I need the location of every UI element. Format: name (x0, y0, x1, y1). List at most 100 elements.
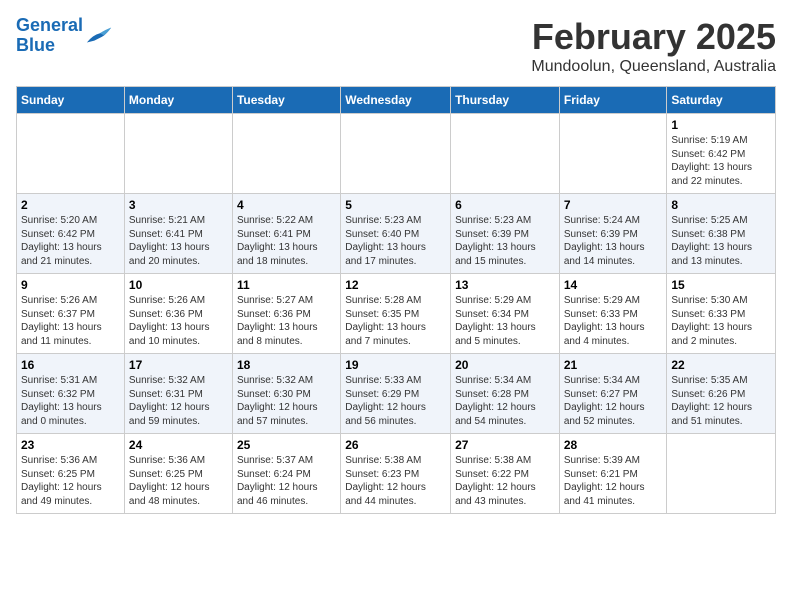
calendar-cell: 24 Sunrise: 5:36 AM Sunset: 6:25 PM Dayli… (124, 434, 232, 514)
calendar-cell (341, 114, 451, 194)
day-number: 19 (345, 358, 446, 372)
calendar-cell: 1Sunrise: 5:19 AM Sunset: 6:42 PM Daylig… (667, 114, 776, 194)
calendar-cell: 25 Sunrise: 5:37 AM Sunset: 6:24 PM Dayli… (232, 434, 340, 514)
day-info: Sunrise: 5:20 AM Sunset: 6:42 PM Dayligh… (21, 214, 120, 268)
calendar-cell: 10 Sunrise: 5:26 AM Sunset: 6:36 PM Dayli… (124, 274, 232, 354)
day-number: 22 (671, 358, 771, 372)
header-day-wednesday: Wednesday (341, 87, 451, 114)
calendar-cell: 8Sunrise: 5:25 AM Sunset: 6:38 PM Daylig… (667, 194, 776, 274)
calendar-cell: 22 Sunrise: 5:35 AM Sunset: 6:26 PM Dayli… (667, 354, 776, 434)
day-number: 23 (21, 438, 120, 452)
day-info: Sunrise: 5:24 AM Sunset: 6:39 PM Dayligh… (564, 214, 663, 268)
header-day-saturday: Saturday (667, 87, 776, 114)
calendar-cell (17, 114, 125, 194)
calendar-cell: 2 Sunrise: 5:20 AM Sunset: 6:42 PM Daylig… (17, 194, 125, 274)
calendar-cell (559, 114, 667, 194)
calendar-cell (124, 114, 232, 194)
header-day-friday: Friday (559, 87, 667, 114)
calendar-cell: 26 Sunrise: 5:38 AM Sunset: 6:23 PM Dayli… (341, 434, 451, 514)
week-row-1: 1Sunrise: 5:19 AM Sunset: 6:42 PM Daylig… (17, 114, 776, 194)
calendar-body: 1Sunrise: 5:19 AM Sunset: 6:42 PM Daylig… (17, 114, 776, 514)
header-day-tuesday: Tuesday (232, 87, 340, 114)
day-info: Sunrise: 5:29 AM Sunset: 6:34 PM Dayligh… (455, 294, 555, 348)
day-number: 3 (129, 198, 228, 212)
calendar-header: SundayMondayTuesdayWednesdayThursdayFrid… (17, 87, 776, 114)
day-number: 11 (237, 278, 336, 292)
day-number: 7 (564, 198, 663, 212)
header-day-sunday: Sunday (17, 87, 125, 114)
calendar-cell: 4Sunrise: 5:22 AM Sunset: 6:41 PM Daylig… (232, 194, 340, 274)
day-number: 6 (455, 198, 555, 212)
calendar-cell: 16Sunrise: 5:31 AM Sunset: 6:32 PM Dayli… (17, 354, 125, 434)
day-number: 26 (345, 438, 446, 452)
day-info: Sunrise: 5:27 AM Sunset: 6:36 PM Dayligh… (237, 294, 336, 348)
day-number: 24 (129, 438, 228, 452)
week-row-5: 23 Sunrise: 5:36 AM Sunset: 6:25 PM Dayli… (17, 434, 776, 514)
day-info: Sunrise: 5:32 AM Sunset: 6:30 PM Dayligh… (237, 374, 336, 428)
day-number: 15 (671, 278, 771, 292)
day-number: 14 (564, 278, 663, 292)
calendar-cell: 9 Sunrise: 5:26 AM Sunset: 6:37 PM Daylig… (17, 274, 125, 354)
logo-line1: General (16, 15, 83, 35)
calendar-cell: 17Sunrise: 5:32 AM Sunset: 6:31 PM Dayli… (124, 354, 232, 434)
top-row: General Blue February 2025 Mundoolun, Qu… (16, 16, 776, 80)
day-info: Sunrise: 5:34 AM Sunset: 6:27 PM Dayligh… (564, 374, 663, 428)
day-info: Sunrise: 5:36 AM Sunset: 6:25 PM Dayligh… (129, 454, 228, 508)
day-number: 18 (237, 358, 336, 372)
day-info: Sunrise: 5:30 AM Sunset: 6:33 PM Dayligh… (671, 294, 771, 348)
day-number: 13 (455, 278, 555, 292)
day-number: 27 (455, 438, 555, 452)
title-section: February 2025 Mundoolun, Queensland, Aus… (531, 16, 776, 76)
week-row-2: 2 Sunrise: 5:20 AM Sunset: 6:42 PM Daylig… (17, 194, 776, 274)
day-number: 9 (21, 278, 120, 292)
calendar-cell (232, 114, 340, 194)
day-info: Sunrise: 5:36 AM Sunset: 6:25 PM Dayligh… (21, 454, 120, 508)
calendar-cell: 13 Sunrise: 5:29 AM Sunset: 6:34 PM Dayli… (451, 274, 560, 354)
calendar-cell: 5 Sunrise: 5:23 AM Sunset: 6:40 PM Daylig… (341, 194, 451, 274)
calendar-cell (667, 434, 776, 514)
week-row-3: 9 Sunrise: 5:26 AM Sunset: 6:37 PM Daylig… (17, 274, 776, 354)
day-info: Sunrise: 5:26 AM Sunset: 6:36 PM Dayligh… (129, 294, 228, 348)
header-row: SundayMondayTuesdayWednesdayThursdayFrid… (17, 87, 776, 114)
logo-text: General Blue (16, 16, 83, 56)
header-day-thursday: Thursday (451, 87, 560, 114)
header-day-monday: Monday (124, 87, 232, 114)
day-number: 10 (129, 278, 228, 292)
day-info: Sunrise: 5:34 AM Sunset: 6:28 PM Dayligh… (455, 374, 555, 428)
calendar-cell: 23 Sunrise: 5:36 AM Sunset: 6:25 PM Dayli… (17, 434, 125, 514)
calendar-cell: 18 Sunrise: 5:32 AM Sunset: 6:30 PM Dayli… (232, 354, 340, 434)
calendar-cell: 11 Sunrise: 5:27 AM Sunset: 6:36 PM Dayli… (232, 274, 340, 354)
day-info: Sunrise: 5:28 AM Sunset: 6:35 PM Dayligh… (345, 294, 446, 348)
day-info: Sunrise: 5:25 AM Sunset: 6:38 PM Dayligh… (671, 214, 771, 268)
day-info: Sunrise: 5:26 AM Sunset: 6:37 PM Dayligh… (21, 294, 120, 348)
day-number: 5 (345, 198, 446, 212)
logo: General Blue (16, 16, 113, 56)
calendar-cell: 28Sunrise: 5:39 AM Sunset: 6:21 PM Dayli… (559, 434, 667, 514)
day-info: Sunrise: 5:37 AM Sunset: 6:24 PM Dayligh… (237, 454, 336, 508)
calendar-title: February 2025 (531, 16, 776, 58)
day-number: 20 (455, 358, 555, 372)
calendar-cell: 21 Sunrise: 5:34 AM Sunset: 6:27 PM Dayli… (559, 354, 667, 434)
week-row-4: 16Sunrise: 5:31 AM Sunset: 6:32 PM Dayli… (17, 354, 776, 434)
logo-bird-icon (85, 25, 113, 47)
day-info: Sunrise: 5:31 AM Sunset: 6:32 PM Dayligh… (21, 374, 120, 428)
day-info: Sunrise: 5:38 AM Sunset: 6:22 PM Dayligh… (455, 454, 555, 508)
day-number: 25 (237, 438, 336, 452)
calendar-cell: 20 Sunrise: 5:34 AM Sunset: 6:28 PM Dayli… (451, 354, 560, 434)
day-number: 12 (345, 278, 446, 292)
calendar-cell: 14 Sunrise: 5:29 AM Sunset: 6:33 PM Dayli… (559, 274, 667, 354)
calendar-cell: 12 Sunrise: 5:28 AM Sunset: 6:35 PM Dayli… (341, 274, 451, 354)
day-info: Sunrise: 5:23 AM Sunset: 6:39 PM Dayligh… (455, 214, 555, 268)
day-info: Sunrise: 5:33 AM Sunset: 6:29 PM Dayligh… (345, 374, 446, 428)
day-info: Sunrise: 5:21 AM Sunset: 6:41 PM Dayligh… (129, 214, 228, 268)
day-info: Sunrise: 5:29 AM Sunset: 6:33 PM Dayligh… (564, 294, 663, 348)
day-number: 21 (564, 358, 663, 372)
calendar-cell: 19 Sunrise: 5:33 AM Sunset: 6:29 PM Dayli… (341, 354, 451, 434)
day-info: Sunrise: 5:38 AM Sunset: 6:23 PM Dayligh… (345, 454, 446, 508)
calendar-cell: 7 Sunrise: 5:24 AM Sunset: 6:39 PM Daylig… (559, 194, 667, 274)
day-number: 2 (21, 198, 120, 212)
day-info: Sunrise: 5:35 AM Sunset: 6:26 PM Dayligh… (671, 374, 771, 428)
day-info: Sunrise: 5:19 AM Sunset: 6:42 PM Dayligh… (671, 134, 771, 188)
day-info: Sunrise: 5:22 AM Sunset: 6:41 PM Dayligh… (237, 214, 336, 268)
day-info: Sunrise: 5:23 AM Sunset: 6:40 PM Dayligh… (345, 214, 446, 268)
